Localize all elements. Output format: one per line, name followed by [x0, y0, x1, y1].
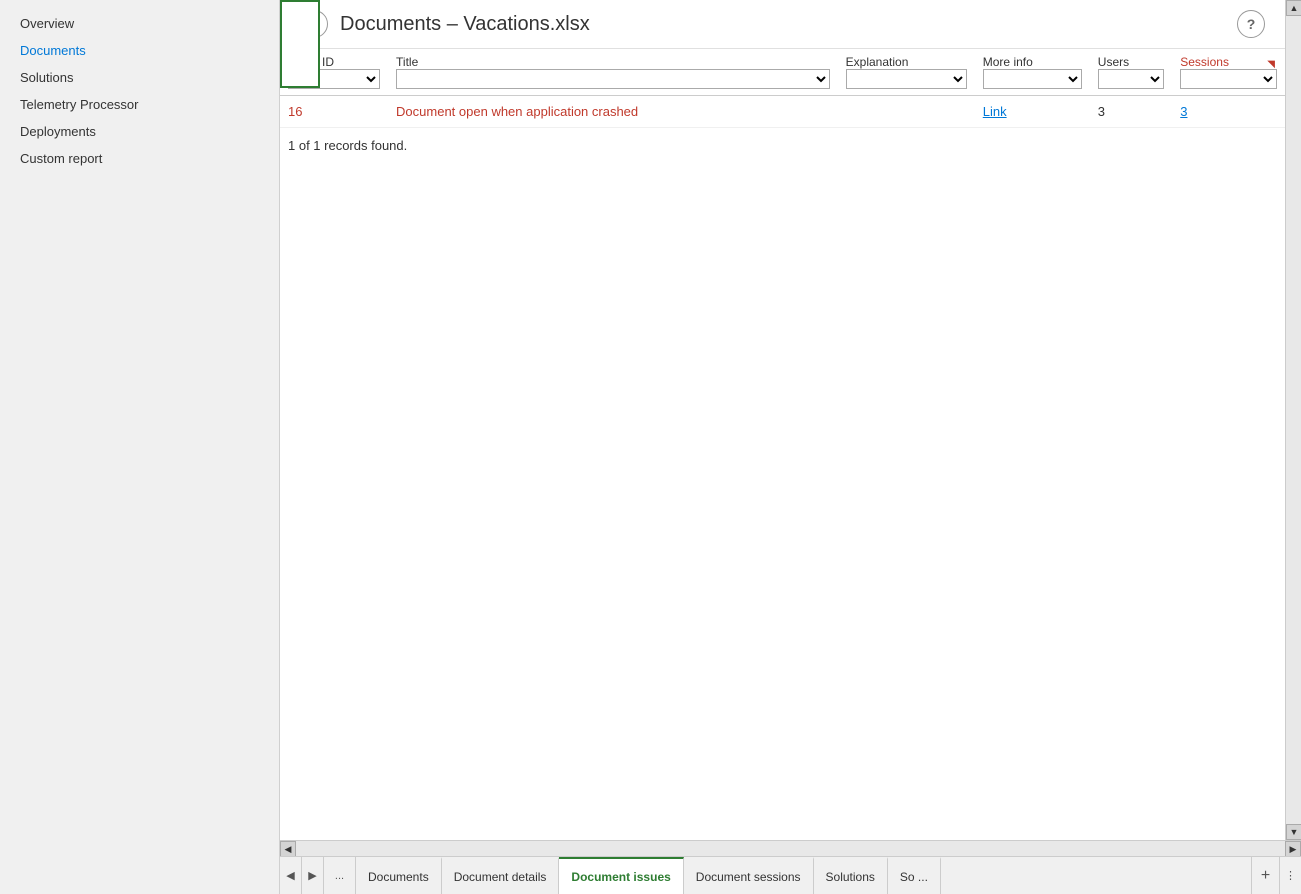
- col-header-sessions: Sessions◥: [1172, 49, 1285, 96]
- scroll-left-button[interactable]: ◀: [280, 841, 296, 857]
- tab-document-details[interactable]: Document details: [442, 857, 560, 894]
- cell-title: Document open when application crashed: [388, 96, 838, 128]
- sidebar-item-solutions[interactable]: Solutions: [0, 64, 279, 91]
- scroll-track[interactable]: [296, 841, 1285, 856]
- sidebar-item-overview[interactable]: Overview: [0, 10, 279, 37]
- records-info: 1 of 1 records found.: [280, 128, 1285, 163]
- cell-more-info[interactable]: Link: [975, 96, 1090, 128]
- scroll-down-button[interactable]: ▼: [1286, 824, 1301, 840]
- tab-add-button[interactable]: +: [1251, 857, 1279, 894]
- sidebar-item-documents[interactable]: Documents: [0, 37, 279, 64]
- tab-document-sessions[interactable]: Document sessions: [684, 857, 814, 894]
- cell-event-id: 16: [280, 96, 388, 128]
- more-info-link[interactable]: Link: [983, 104, 1007, 119]
- bottom-tab-bar: ◀ ▶ ... DocumentsDocument detailsDocumen…: [280, 856, 1301, 894]
- green-box-selection: [280, 0, 320, 88]
- vertical-scrollbar: ▲ ▼: [1285, 0, 1301, 840]
- data-table: Event IDTitleExplanationMore infoUsersSe…: [280, 49, 1285, 128]
- scroll-right-button[interactable]: ▶: [1285, 841, 1301, 857]
- horizontal-scrollbar: ◀ ▶: [280, 840, 1301, 856]
- tab-solutions[interactable]: Solutions: [814, 857, 888, 894]
- col-header-explanation: Explanation: [838, 49, 975, 96]
- tab-next-button[interactable]: ▶: [302, 857, 324, 894]
- col-header-more-info: More info: [975, 49, 1090, 96]
- table-row: 16Document open when application crashed…: [280, 96, 1285, 128]
- sidebar-item-custom-report[interactable]: Custom report: [0, 145, 279, 172]
- tab-menu-button[interactable]: ⋮: [1279, 857, 1301, 894]
- filter-title[interactable]: [396, 69, 830, 89]
- filter-sessions[interactable]: [1180, 69, 1277, 89]
- tab-more-button[interactable]: ...: [324, 857, 356, 894]
- page-title: Documents – Vacations.xlsx: [340, 13, 1237, 36]
- filter-users[interactable]: [1098, 69, 1164, 89]
- help-button[interactable]: ?: [1237, 10, 1265, 38]
- scroll-up-button[interactable]: ▲: [1286, 0, 1301, 16]
- content-header: ◀ Documents – Vacations.xlsx ?: [280, 0, 1285, 49]
- cell-explanation: [838, 96, 975, 128]
- tab-prev-button[interactable]: ◀: [280, 857, 302, 894]
- table-container: Event IDTitleExplanationMore infoUsersSe…: [280, 49, 1285, 840]
- col-header-title: Title: [388, 49, 838, 96]
- sidebar-item-deployments[interactable]: Deployments: [0, 118, 279, 145]
- cell-sessions[interactable]: 3: [1172, 96, 1285, 128]
- tab-documents[interactable]: Documents: [356, 857, 442, 894]
- sidebar: OverviewDocumentsSolutionsTelemetry Proc…: [0, 0, 280, 894]
- tab-so-more[interactable]: So ...: [888, 857, 941, 894]
- scroll-thumb[interactable]: [1286, 16, 1301, 824]
- sort-indicator-sessions: ◥: [1267, 59, 1275, 70]
- sessions-link[interactable]: 3: [1180, 104, 1187, 119]
- col-header-users: Users: [1090, 49, 1172, 96]
- filter-more-info[interactable]: [983, 69, 1082, 89]
- tab-document-issues[interactable]: Document issues: [559, 857, 683, 894]
- filter-explanation[interactable]: [846, 69, 967, 89]
- cell-users: 3: [1090, 96, 1172, 128]
- sidebar-item-telemetry-processor[interactable]: Telemetry Processor: [0, 91, 279, 118]
- content-area: ◀ Documents – Vacations.xlsx ? Event IDT…: [280, 0, 1285, 840]
